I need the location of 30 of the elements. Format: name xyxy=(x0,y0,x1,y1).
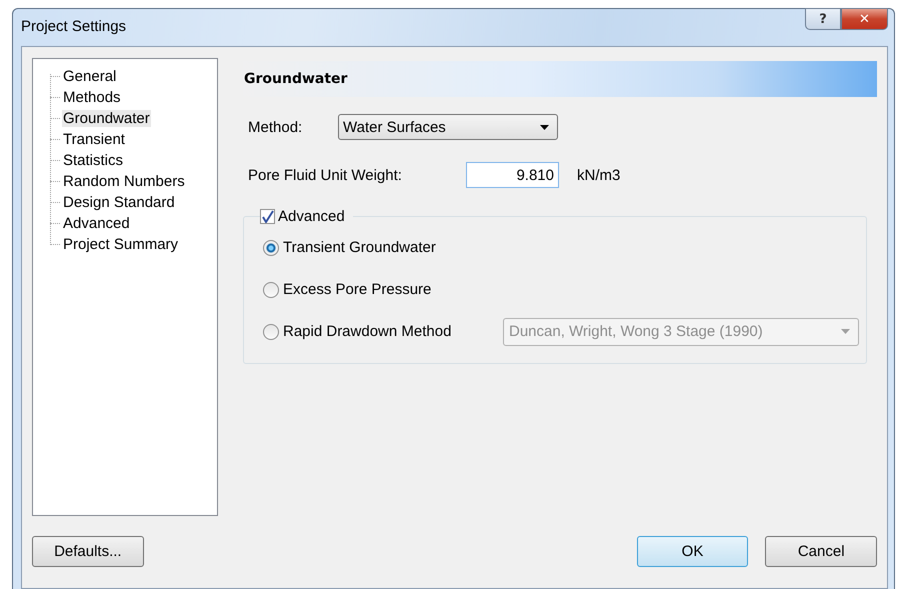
caret-icon xyxy=(540,124,549,130)
checkmark-icon xyxy=(262,210,274,223)
tree-item[interactable]: Advanced xyxy=(62,215,131,232)
unit-label: kN/m3 xyxy=(577,166,620,184)
help-button[interactable]: ? xyxy=(805,8,841,30)
radio-button[interactable] xyxy=(263,240,279,256)
radio-label: Excess Pore Pressure xyxy=(283,281,432,298)
radio-button[interactable] xyxy=(263,324,279,340)
tree-item[interactable]: Project Summary xyxy=(62,236,180,253)
method-dropdown[interactable]: Water Surfaces xyxy=(338,114,558,140)
window-title: Project Settings xyxy=(21,18,126,35)
tree-item[interactable]: Design Standard xyxy=(62,194,176,211)
advanced-checkbox[interactable]: Advanced xyxy=(260,208,353,225)
radio-button[interactable] xyxy=(263,282,279,298)
close-button[interactable]: ✕ xyxy=(841,8,888,30)
radio-label: Transient Groundwater xyxy=(283,239,437,256)
tree-item[interactable]: General xyxy=(62,68,118,85)
cancel-button[interactable]: Cancel xyxy=(765,536,878,566)
caret-icon xyxy=(841,329,850,334)
tree-item[interactable]: Statistics xyxy=(62,152,124,169)
tree-item[interactable]: Transient xyxy=(62,131,126,148)
unit-weight-field[interactable]: 9.810 xyxy=(466,162,559,188)
tree-item[interactable]: Groundwater xyxy=(62,110,151,127)
method-label: Method: xyxy=(248,118,304,136)
ok-button[interactable]: OK xyxy=(636,536,748,566)
radio-label: Rapid Drawdown Method xyxy=(283,323,452,340)
tree-item[interactable]: Methods xyxy=(62,89,122,106)
tree-item[interactable]: Random Numbers xyxy=(62,173,186,190)
defaults-button[interactable]: Defaults... xyxy=(32,536,144,566)
unit-weight-label: Pore Fluid Unit Weight: xyxy=(248,166,403,184)
